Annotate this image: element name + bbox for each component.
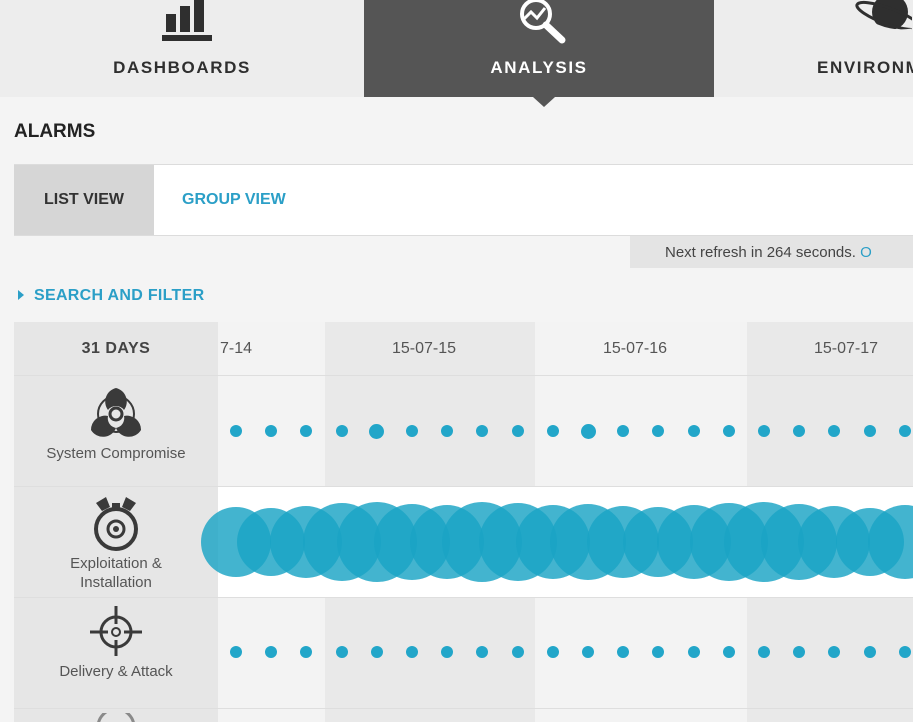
nav-tab-dashboards[interactable]: DASHBOARDS xyxy=(0,0,364,97)
category-label: Exploitation & xyxy=(70,555,162,572)
alarm-dot[interactable] xyxy=(898,646,911,658)
alarm-dot[interactable] xyxy=(687,646,700,658)
view-switcher: LIST VIEW GROUP VIEW xyxy=(14,165,913,236)
refresh-status: Next refresh in 264 seconds. O xyxy=(630,236,913,268)
category-exploitation-installation[interactable]: Exploitation & Installation xyxy=(14,487,218,597)
crosshair-icon xyxy=(90,606,142,656)
alarm-dot[interactable] xyxy=(369,423,385,439)
gauge-icon xyxy=(97,713,135,722)
category-delivery-attack[interactable]: Delivery & Attack xyxy=(14,598,218,708)
nav-tab-label: ENVIRONM xyxy=(817,58,913,77)
alarm-dot[interactable] xyxy=(582,646,594,658)
alarm-dot[interactable] xyxy=(370,646,383,658)
alarm-dot[interactable] xyxy=(580,423,596,439)
group-view-tab[interactable]: GROUP VIEW xyxy=(182,165,286,235)
date-label: 15-07-15 xyxy=(392,340,457,357)
expand-triangle-icon xyxy=(18,289,24,300)
category-label: Delivery & Attack xyxy=(59,663,173,680)
date-label: 15-07-16 xyxy=(603,340,668,357)
magnify-analysis-icon xyxy=(520,0,566,44)
alarm-dot[interactable] xyxy=(406,425,418,437)
date-label: 15-07-17 xyxy=(814,340,879,357)
search-and-filter-toggle[interactable]: SEARCH AND FILTER xyxy=(18,287,204,305)
alarm-dot[interactable] xyxy=(758,646,770,658)
alarm-dot[interactable] xyxy=(230,646,242,658)
nav-tab-label: DASHBOARDS xyxy=(113,58,251,77)
search-and-filter-label: SEARCH AND FILTER xyxy=(34,287,205,304)
alarm-dot[interactable] xyxy=(758,425,770,437)
nav-tab-label: ANALYSIS xyxy=(490,58,588,77)
alarm-dot[interactable] xyxy=(230,425,242,437)
range-label[interactable]: 31 DAYS xyxy=(14,322,218,375)
alarm-dot[interactable] xyxy=(898,425,911,437)
alarm-dot[interactable] xyxy=(406,646,418,658)
bar-chart-icon xyxy=(162,0,212,41)
alarm-dot[interactable] xyxy=(863,646,876,658)
bomb-icon xyxy=(94,497,138,551)
biohazard-icon xyxy=(90,388,142,437)
alarm-dot[interactable] xyxy=(335,646,348,658)
alarm-dot[interactable] xyxy=(546,646,559,658)
alarm-dot[interactable] xyxy=(511,646,524,658)
active-tab-caret xyxy=(533,97,555,107)
refresh-link[interactable]: O xyxy=(860,244,872,261)
category-label: System Compromise xyxy=(46,445,186,462)
alarm-dot[interactable] xyxy=(687,425,700,437)
nav-tab-environment[interactable]: ENVIRONM xyxy=(714,0,913,97)
top-navigation: DASHBOARDS ANALYSIS ENVIRONM xyxy=(0,0,913,97)
category-system-compromise[interactable]: System Compromise xyxy=(14,376,218,486)
page-title: ALARMS xyxy=(14,121,96,142)
alarm-timeline-grid: 31 DAYS 7-14 15-07-15 15-07-16 15-07-17 … xyxy=(14,322,913,722)
category-partial xyxy=(14,709,218,722)
alarm-dot[interactable] xyxy=(722,646,735,658)
alarm-dot[interactable] xyxy=(546,425,559,437)
list-view-tab[interactable]: LIST VIEW xyxy=(14,165,154,235)
refresh-countdown-text: Next refresh in 264 seconds. xyxy=(665,244,856,261)
alarm-dot[interactable] xyxy=(863,425,876,437)
alarm-dot[interactable] xyxy=(335,425,348,437)
planet-icon xyxy=(855,0,912,33)
alarm-dot[interactable] xyxy=(511,425,524,437)
date-label: 7-14 xyxy=(220,340,253,357)
category-label: Installation xyxy=(80,574,152,591)
alarm-dot[interactable] xyxy=(722,425,735,437)
nav-tab-analysis[interactable]: ANALYSIS xyxy=(364,0,714,97)
